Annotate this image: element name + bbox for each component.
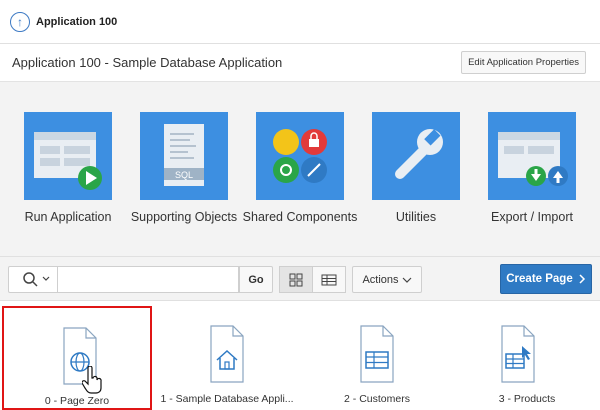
breadcrumb-title[interactable]: Application 100 (36, 16, 117, 28)
application-tiles: Run Application SQL Supporting Objects S… (0, 82, 600, 257)
search-input[interactable] (57, 266, 239, 293)
page-header: Application 100 - Sample Database Applic… (0, 44, 600, 82)
page-card-1[interactable]: 1 - Sample Database Appli... (152, 306, 302, 410)
table-page-icon (360, 325, 394, 383)
search-icon (23, 272, 35, 284)
page-card-0[interactable]: 0 - Page Zero (2, 306, 152, 410)
grid-view-icon (289, 273, 303, 286)
tile-label: Export / Import (491, 210, 573, 224)
chevron-right-icon (579, 274, 585, 284)
page-label: 0 - Page Zero (44, 395, 110, 407)
page-card-3[interactable]: 3 - Products (452, 306, 600, 410)
page-label: 3 - Products (498, 393, 556, 405)
home-page-icon (210, 325, 244, 383)
report-view-button[interactable] (312, 266, 346, 293)
table-view-icon (321, 274, 337, 285)
export-import-icon (488, 112, 576, 200)
go-button[interactable]: Go (239, 266, 273, 293)
tile-supporting-objects[interactable]: SQL Supporting Objects (124, 112, 244, 252)
wrench-icon (372, 112, 460, 200)
run-application-icon (24, 112, 112, 200)
tile-shared-components[interactable]: Shared Components (240, 112, 360, 252)
shared-components-icon (256, 112, 344, 200)
search-column-button[interactable] (8, 266, 58, 293)
tile-export-import[interactable]: Export / Import (472, 112, 592, 252)
page-title: Application 100 - Sample Database Applic… (12, 55, 283, 70)
tile-label: Supporting Objects (130, 210, 238, 224)
page-toolbar: Go Actions Create Page (0, 257, 600, 301)
up-arrow-icon[interactable]: ↑ (10, 11, 30, 32)
sql-script-icon: SQL (140, 112, 228, 200)
tile-run-application[interactable]: Run Application (8, 112, 128, 252)
actions-menu-button[interactable]: Actions (352, 266, 422, 293)
tile-label: Utilities (395, 210, 437, 224)
icon-view-button[interactable] (279, 266, 313, 293)
page-card-2[interactable]: 2 - Customers (302, 306, 452, 410)
tile-utilities[interactable]: Utilities (356, 112, 476, 252)
create-page-button[interactable]: Create Page (500, 264, 592, 294)
hand-pointer-icon (82, 366, 102, 394)
tile-label: Run Application (24, 210, 112, 224)
actions-label: Actions (362, 273, 399, 286)
breadcrumb-bar: ↑ Application 100 (0, 0, 600, 44)
edit-application-properties-button[interactable]: Edit Application Properties (461, 51, 586, 74)
sql-badge: SQL (175, 170, 193, 180)
table-cursor-page-icon (501, 325, 535, 383)
page-label: 2 - Customers (344, 393, 410, 405)
chevron-down-icon (402, 277, 411, 283)
page-list: 0 - Page Zero 1 - Sample Database Appli.… (0, 301, 600, 410)
page-label: 1 - Sample Database Appli... (160, 393, 294, 405)
create-page-label: Create Page (506, 273, 573, 285)
tile-label: Shared Components (242, 210, 358, 224)
